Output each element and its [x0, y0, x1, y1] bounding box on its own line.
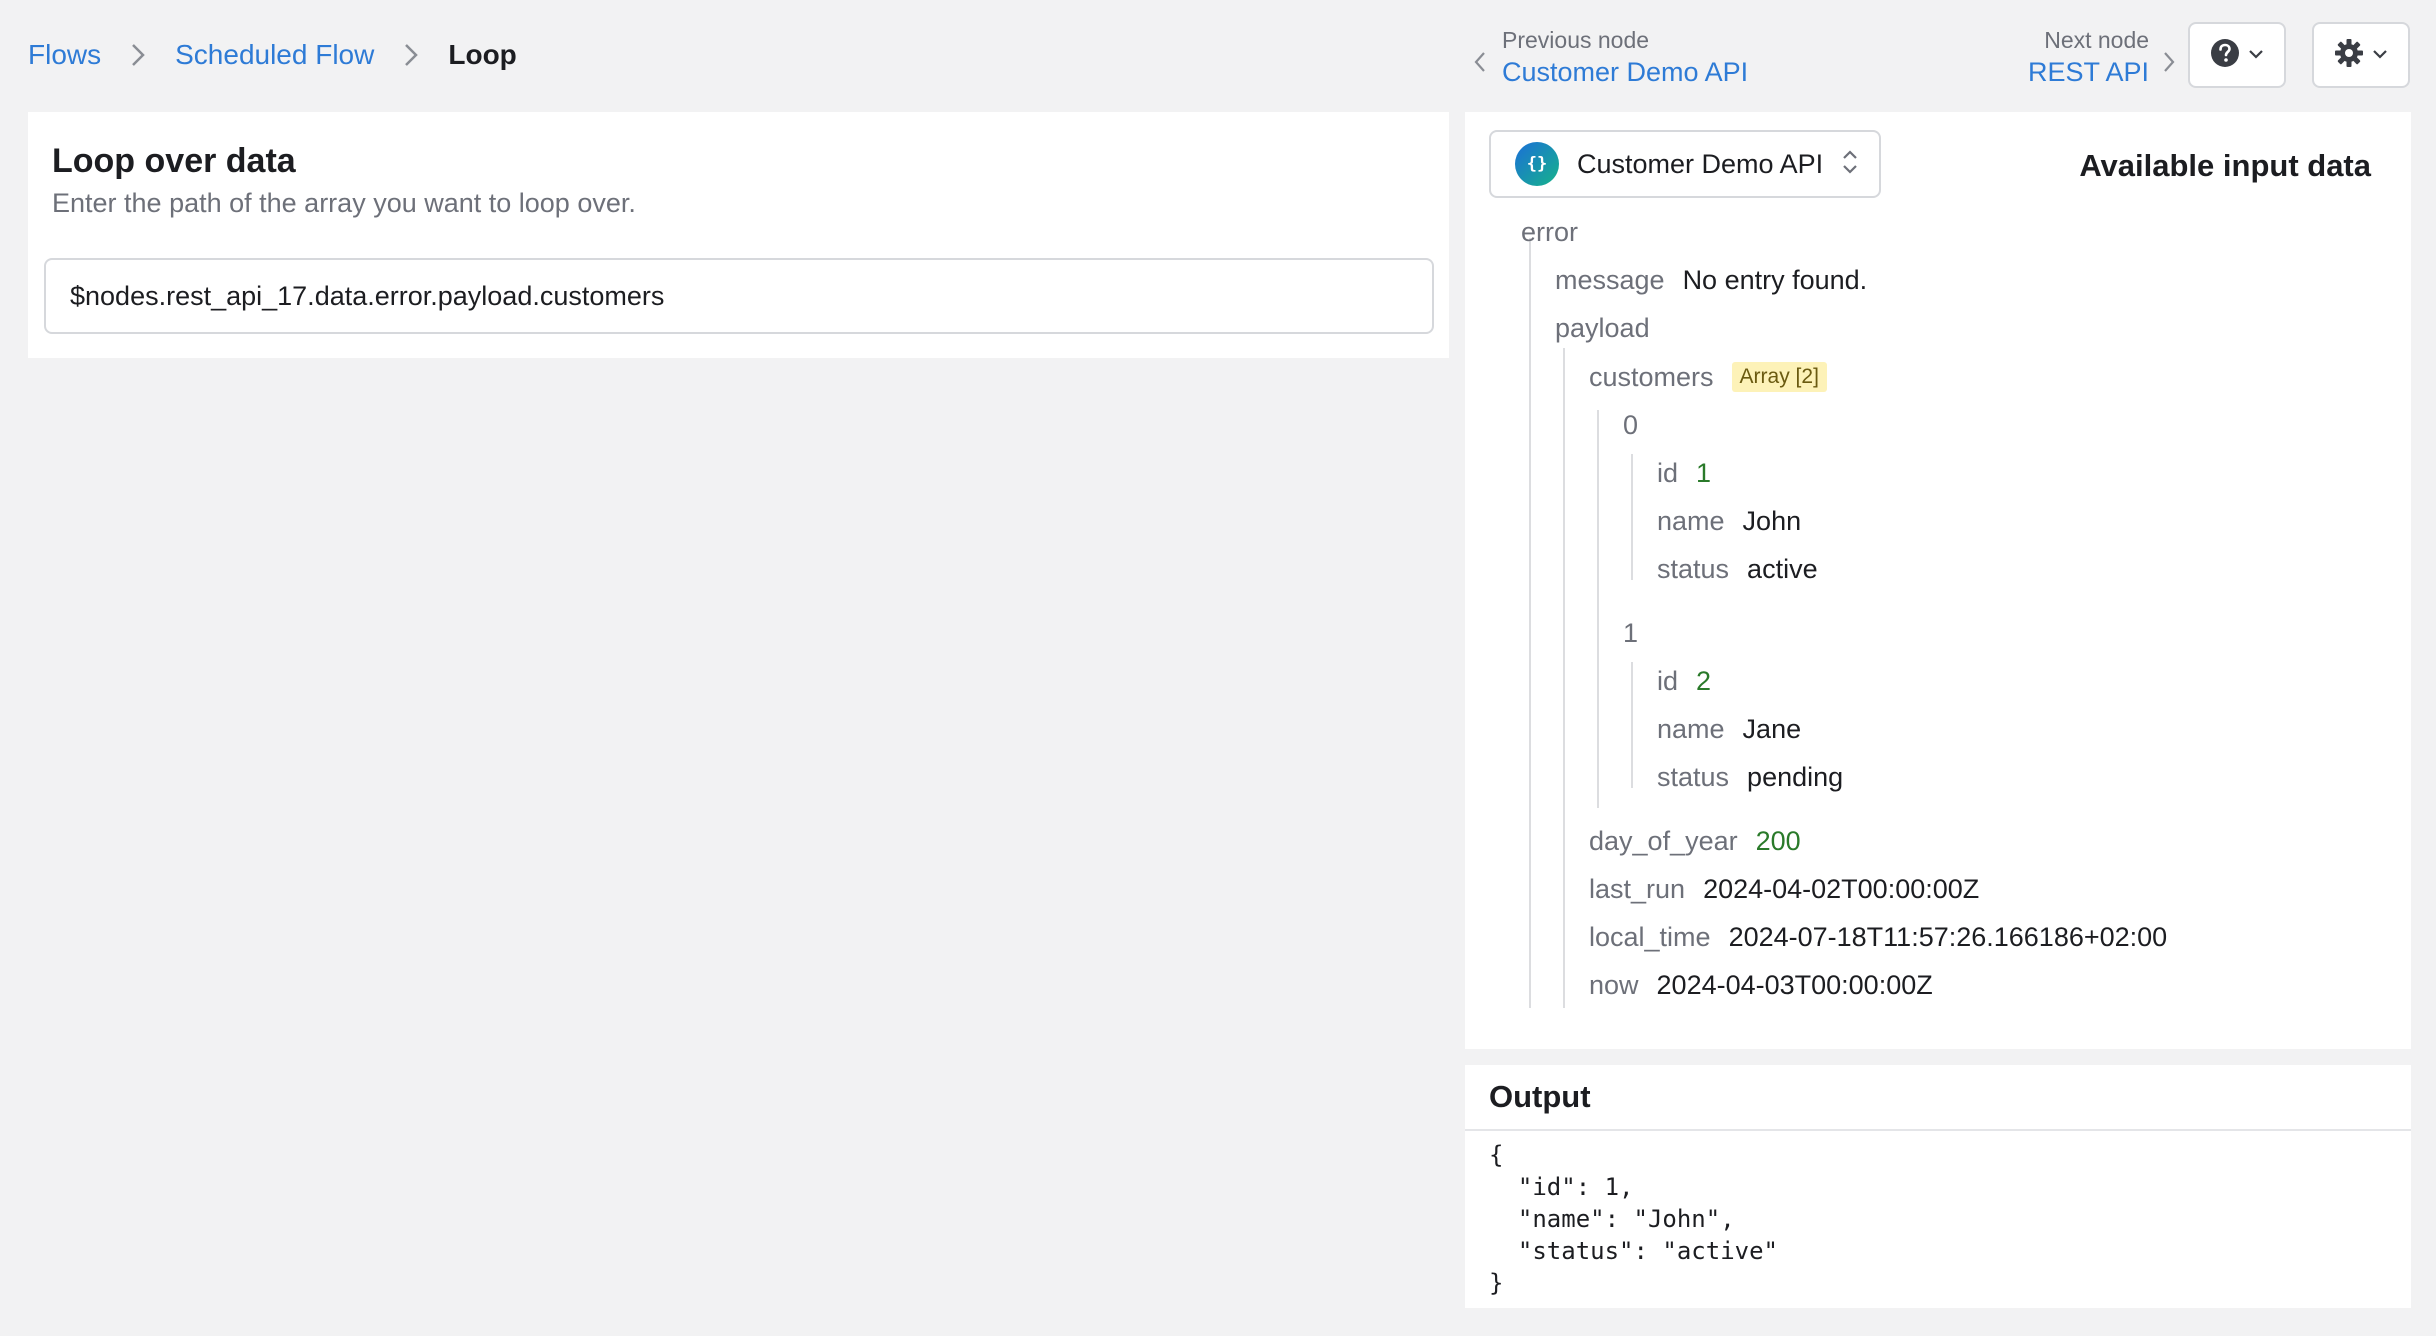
input-data-panel: {} Customer Demo API Available input dat… [1465, 112, 2411, 1049]
tree-node-day-of-year[interactable]: day_of_year 200 [1589, 821, 1801, 861]
tree-key: day_of_year [1589, 825, 1738, 856]
tree-node-status[interactable]: status active [1657, 549, 1818, 589]
previous-node-link[interactable]: Previous node Customer Demo API [1474, 22, 1748, 92]
gear-icon [2334, 38, 2364, 73]
breadcrumb: Flows Scheduled Flow Loop [28, 34, 517, 76]
tree-value: 2 [1696, 665, 1712, 696]
tree-node-name[interactable]: name Jane [1657, 709, 1801, 749]
tree-node-message[interactable]: message No entry found. [1555, 260, 1867, 300]
chevron-down-icon [2248, 46, 2264, 64]
tree-key: name [1657, 505, 1725, 536]
tree-value: John [1742, 505, 1802, 536]
tree-key: message [1555, 264, 1665, 295]
tree-node-last-run[interactable]: last_run 2024-04-02T00:00:00Z [1589, 869, 1979, 909]
tree-node-name[interactable]: name John [1657, 501, 1801, 541]
settings-menu-button[interactable] [2312, 22, 2410, 88]
tree-node-now[interactable]: now 2024-04-03T00:00:00Z [1589, 965, 1933, 1005]
tree-key: name [1657, 713, 1725, 744]
next-node-name[interactable]: REST API [2028, 55, 2149, 89]
chevron-right-icon [131, 43, 145, 67]
chevron-down-icon [2372, 46, 2388, 64]
tree-key: local_time [1589, 921, 1711, 952]
chevron-right-icon [2163, 51, 2175, 78]
tree-key: now [1589, 969, 1639, 1000]
next-node-caption: Next node [2044, 27, 2150, 53]
tree-key: status [1657, 553, 1730, 584]
previous-node-caption: Previous node [1502, 27, 1650, 53]
tree-key: payload [1555, 312, 1650, 343]
tree-key: 0 [1623, 409, 1639, 440]
tree-node-payload[interactable]: payload [1555, 308, 1650, 348]
tree-key: id [1657, 665, 1679, 696]
tree-value: pending [1747, 761, 1844, 792]
breadcrumb-scheduled-flow-link[interactable]: Scheduled Flow [175, 39, 374, 71]
tree-key: last_run [1589, 873, 1686, 904]
app-root: Flows Scheduled Flow Loop Previous node … [0, 0, 2436, 1336]
tree-node-customer-0[interactable]: 0 [1623, 405, 1638, 445]
chevron-left-icon [1474, 51, 1486, 78]
tree-value: active [1747, 553, 1818, 584]
tree-value: 2024-07-18T11:57:26.166186+02:00 [1728, 921, 2168, 952]
output-code: { "id": 1, "name": "John", "status": "ac… [1489, 1141, 1778, 1297]
previous-node-name[interactable]: Customer Demo API [1502, 55, 1748, 89]
tree-value: 2024-04-02T00:00:00Z [1703, 873, 1980, 904]
tree-key: 1 [1623, 617, 1639, 648]
available-input-title: Available input data [2079, 148, 2371, 183]
tree-node-status[interactable]: status pending [1657, 757, 1843, 797]
tree-node-id[interactable]: id 2 [1657, 661, 1711, 701]
tree-key: status [1657, 761, 1730, 792]
tree-guide-line [1563, 348, 1565, 1008]
output-panel: Output { "id": 1, "name": "John", "statu… [1465, 1065, 2411, 1308]
tree-value: 1 [1696, 457, 1712, 488]
loop-title: Loop over data [52, 142, 296, 180]
tree-node-id[interactable]: id 1 [1657, 453, 1711, 493]
tree-value: Jane [1742, 713, 1802, 744]
next-node-link[interactable]: Next node REST API [2028, 22, 2175, 92]
tree-guide-line [1597, 410, 1599, 808]
help-menu-button[interactable] [2188, 22, 2286, 88]
tree-value: 200 [1755, 825, 1801, 856]
output-title: Output [1489, 1079, 1591, 1114]
tree-node-error[interactable]: error [1521, 212, 1578, 252]
input-source-label: Customer Demo API [1577, 148, 1824, 179]
array-type-badge: Array [2] [1731, 362, 1827, 392]
output-divider [1465, 1129, 2411, 1131]
input-source-select[interactable]: {} Customer Demo API [1489, 130, 1881, 198]
question-circle-icon [2210, 38, 2240, 73]
loop-config-panel: Loop over data Enter the path of the arr… [28, 112, 1449, 358]
loop-path-input[interactable] [44, 258, 1434, 334]
tree-guide-line [1631, 454, 1633, 580]
json-logo-icon: {} [1515, 142, 1559, 186]
chevron-up-down-icon [1841, 147, 1859, 182]
breadcrumb-current: Loop [448, 39, 517, 70]
tree-value: 2024-04-03T00:00:00Z [1656, 969, 1933, 1000]
tree-key: id [1657, 457, 1679, 488]
tree-guide-line [1529, 238, 1531, 1008]
tree-value: No entry found. [1682, 264, 1868, 295]
tree-node-local-time[interactable]: local_time 2024-07-18T11:57:26.166186+02… [1589, 917, 2167, 957]
tree-node-customer-1[interactable]: 1 [1623, 613, 1638, 653]
tree-node-customers[interactable]: customers Array [2] [1589, 357, 1827, 397]
chevron-right-icon [404, 43, 419, 67]
tree-guide-line [1631, 662, 1633, 788]
tree-key: customers [1589, 361, 1714, 392]
breadcrumb-flows-link[interactable]: Flows [28, 39, 101, 71]
tree-key: error [1521, 216, 1579, 247]
loop-description: Enter the path of the array you want to … [52, 188, 636, 218]
